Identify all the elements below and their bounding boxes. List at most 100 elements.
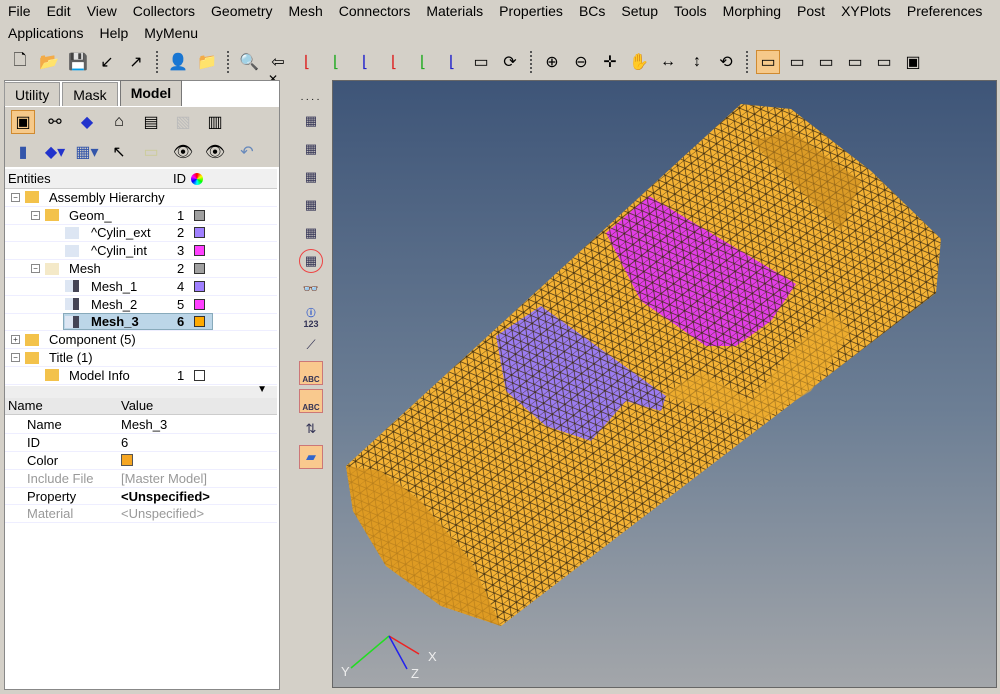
measure-scale-icon[interactable]: ⟋ [299,333,323,357]
tab-mask[interactable]: Mask [62,82,118,106]
id-column-header[interactable]: ID [173,171,191,186]
property-value[interactable]: 6 [121,435,128,450]
menu-applications[interactable]: Applications [0,25,92,41]
show-only-eye-icon[interactable]: 👁 [203,140,227,164]
zoom-out-icon[interactable]: ⊖ [569,50,593,74]
view-zy-icon[interactable]: ⌊ [411,50,435,74]
menu-collectors[interactable]: Collectors [125,3,203,19]
tree-row[interactable]: ^Cylin_int 3 [5,242,277,261]
color-swatch[interactable] [194,245,205,257]
collapse-icon[interactable]: − [11,353,20,363]
rotate-vertical-icon[interactable]: ↕ [685,50,709,74]
spin-icon[interactable]: ⟲ [714,50,738,74]
color-swatch[interactable] [194,263,205,275]
tree-row[interactable]: ^Cylin_ext 2 [5,225,277,243]
color-swatch[interactable] [194,280,205,292]
color-swatch[interactable] [194,369,205,381]
view-xz-icon[interactable]: ⌊ [382,50,406,74]
menu-bcs[interactable]: BCs [571,3,613,19]
menu-view[interactable]: View [79,3,125,19]
panel-splitter[interactable]: ▼ [5,384,277,398]
mask-reverse-icon[interactable]: ▦ [299,221,323,245]
isolate-icon[interactable]: ▭ [139,140,163,164]
display-mode-2-icon[interactable]: ▭ [785,50,809,74]
color-value-swatch[interactable] [121,454,133,467]
zoom-icon[interactable]: 🔍 [237,50,261,74]
mesh-dropdown[interactable]: ▦▾ [75,140,99,164]
display-mode-4-icon[interactable]: ▭ [843,50,867,74]
menu-mesh[interactable]: Mesh [281,3,331,19]
menu-properties[interactable]: Properties [491,3,571,19]
menu-edit[interactable]: Edit [39,3,79,19]
display-mode-1-icon[interactable]: ▭ [756,50,780,74]
isolate-element-icon[interactable]: ▦ [299,249,323,273]
unmask-element-icon[interactable]: ▦ [299,137,323,161]
collapse-icon[interactable]: − [31,264,40,274]
save-model-icon[interactable]: 💾 [66,50,90,74]
color-swatch[interactable] [194,227,205,239]
previous-view-icon[interactable]: ⇦ [266,50,290,74]
tree-row[interactable]: − Geom_ 1 [5,207,277,225]
user-profile-icon[interactable]: 👤 [166,50,190,74]
reorder-icon[interactable]: ⇅ [299,417,323,441]
color-swatch[interactable] [194,316,205,328]
find-binoculars-icon[interactable]: 👓 [299,277,323,301]
color-swatch[interactable] [194,209,205,221]
tree-row[interactable]: + Component (5) [5,331,277,350]
menu-tools[interactable]: Tools [666,3,715,19]
tree-row[interactable]: Model Info 1 [5,367,277,385]
menu-connectors[interactable]: Connectors [331,3,419,19]
menu-help[interactable]: Help [92,25,137,41]
menu-preferences[interactable]: Preferences [899,3,990,19]
tree-row[interactable]: − Title (1) [5,349,277,367]
view-yz-icon[interactable]: ⌊ [440,50,464,74]
tree-row[interactable]: − Mesh 2 [5,260,277,278]
zoom-in-icon[interactable]: ⊕ [540,50,564,74]
tab-utility[interactable]: Utility [4,82,61,106]
element-icon[interactable]: ▮ [11,140,35,164]
set-icon[interactable]: ▥ [203,110,227,134]
tree-row[interactable]: Mesh_2 5 [5,296,277,314]
view-zx-icon[interactable]: ⌊ [353,50,377,74]
info-icon[interactable]: ⓘ 123 [299,305,323,329]
collapse-icon[interactable]: − [31,210,40,220]
show-all-icon[interactable]: ▦ [299,193,323,217]
tab-model[interactable]: Model [119,80,183,106]
rotate-horizontal-icon[interactable]: ↔ [656,50,680,74]
graphics-viewport[interactable]: X Y Z [332,80,997,688]
folder-view-icon[interactable]: ▣ [11,110,35,134]
property-value[interactable]: Mesh_3 [121,417,167,432]
show-hide-eye-icon[interactable]: 👁 [171,140,195,164]
open-model-icon[interactable]: 📂 [37,50,61,74]
expand-icon[interactable]: + [11,335,20,345]
undo-icon[interactable]: ↶ [235,140,259,164]
tree-row[interactable]: − Assembly Hierarchy [5,189,277,207]
tree-row[interactable]: Mesh_1 4 [5,278,277,296]
pan-icon[interactable]: ✛ [598,50,622,74]
import-icon[interactable]: ↙ [95,50,119,74]
component-dropdown[interactable]: ◆▾ [43,140,67,164]
property-value[interactable]: <Unspecified> [121,489,210,504]
view-xy-bottom-icon[interactable]: ⌊ [324,50,348,74]
color-wheel-icon[interactable] [191,172,203,185]
collapse-icon[interactable]: − [11,192,20,202]
refresh-icon[interactable]: ⟳ [498,50,522,74]
screenshot-icon[interactable]: ▣ [901,50,925,74]
display-mode-3-icon[interactable]: ▭ [814,50,838,74]
menu-geometry[interactable]: Geometry [203,3,280,19]
property-icon[interactable]: ▤ [139,110,163,134]
mask-element-icon[interactable]: ▦ [299,109,323,133]
label-marker-abc-icon[interactable]: ABC [299,389,323,413]
view-xy-top-icon[interactable]: ⌊ [295,50,319,74]
iso-view-icon[interactable]: ▭ [469,50,493,74]
files-icon[interactable]: 📁 [195,50,219,74]
hand-icon[interactable]: ✋ [627,50,651,74]
material-icon[interactable]: ⌂ [107,110,131,134]
menu-materials[interactable]: Materials [418,3,491,19]
export-icon[interactable]: ↗ [124,50,148,74]
menu-file[interactable]: File [0,3,39,19]
display-mode-5-icon[interactable]: ▭ [872,50,896,74]
menu-mymenu[interactable]: MyMenu [136,25,206,41]
new-model-icon[interactable]: 🗋 [8,50,32,74]
menu-xyplots[interactable]: XYPlots [833,3,899,19]
